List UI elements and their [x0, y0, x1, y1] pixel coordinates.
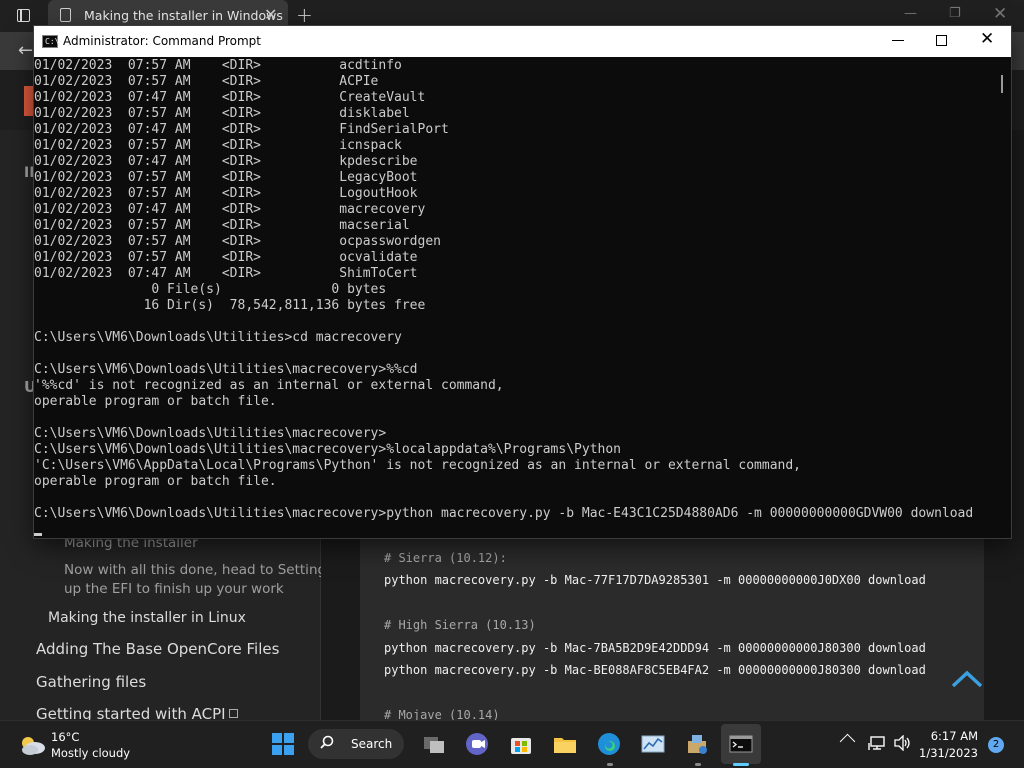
microsoft-store-icon[interactable] — [508, 731, 534, 757]
app-active-indicator — [733, 763, 749, 766]
sidebar-fragment: II — [24, 165, 35, 181]
clock-time[interactable]: 6:17 AM — [930, 729, 978, 743]
sidebar-item-installer-linux[interactable]: Making the installer in Linux — [48, 610, 246, 626]
console-line: 01/02/2023 07:47 AM <DIR> kpdescribe — [34, 154, 418, 169]
sidebar-item-setting-up-efi[interactable]: Now with all this done, head to Setting — [64, 562, 326, 578]
code-block: # Sierra (10.12): python macrecovery.py … — [360, 538, 984, 722]
console-line: '%%cd' is not recognized as an internal … — [34, 378, 504, 393]
console-line: C:\Users\VM6\Downloads\Utilities\macreco… — [34, 442, 621, 457]
code-line: python macrecovery.py -b Mac-77F17D7DA92… — [384, 573, 926, 587]
new-tab-button[interactable]: + — [296, 3, 313, 27]
cmd-window-title: Administrator: Command Prompt — [63, 34, 261, 48]
tab-title: Making the installer in Windows — [84, 8, 283, 23]
console-line: 01/02/2023 07:57 AM <DIR> icnspack — [34, 138, 402, 153]
app-running-indicator — [695, 763, 701, 766]
console-line: C:\Users\VM6\Downloads\Utilities\macreco… — [34, 426, 387, 441]
search-label: Search — [351, 737, 393, 751]
command-prompt-icon[interactable] — [728, 731, 754, 757]
console-line: 01/02/2023 07:47 AM <DIR> FindSerialPort — [34, 122, 449, 137]
browser-minimize-button[interactable]: — — [904, 6, 917, 21]
code-line: python macrecovery.py -b Mac-7BA5B2D9E42… — [384, 641, 926, 655]
console-line: 16 Dir(s) 78,542,811,136 bytes free — [34, 298, 426, 313]
installer-package-icon[interactable] — [684, 731, 710, 757]
external-link-icon — [228, 709, 238, 718]
weather-temperature[interactable]: 16°C — [51, 730, 79, 744]
console-line: C:\Users\VM6\Downloads\Utilities\macreco… — [34, 506, 974, 521]
console-line: 01/02/2023 07:57 AM <DIR> ocvalidate — [34, 250, 418, 265]
sidebar-item-base-opencore-files[interactable]: Adding The Base OpenCore Files — [36, 640, 279, 658]
search-icon — [320, 735, 334, 749]
edge-browser-icon[interactable] — [596, 731, 622, 757]
code-comment: # Sierra (10.12): — [384, 551, 507, 565]
teams-chat-icon[interactable] — [464, 731, 490, 757]
console-line: C:\Users\VM6\Downloads\Utilities>cd macr… — [34, 330, 402, 345]
cmd-scrollbar-thumb[interactable] — [1001, 75, 1003, 93]
page-favicon-icon — [60, 8, 71, 22]
chart-app-icon[interactable] — [640, 731, 666, 757]
console-line: 01/02/2023 07:57 AM <DIR> ocpasswordgen — [34, 234, 441, 249]
notification-badge[interactable]: 2 — [988, 737, 1004, 753]
text-cursor — [34, 533, 42, 536]
cmd-title-bar[interactable]: C:\ Administrator: Command Prompt ✕ — [34, 26, 1011, 57]
console-line: operable program or batch file. — [34, 474, 277, 489]
cmd-close-button[interactable]: ✕ — [980, 29, 994, 49]
console-line: 01/02/2023 07:57 AM <DIR> LogoutHook — [34, 186, 418, 201]
cmd-console-output[interactable]: 01/02/2023 07:57 AM <DIR> acdtinfo 01/02/… — [34, 57, 995, 538]
clock-date[interactable]: 1/31/2023 — [912, 746, 978, 760]
console-line: C:\Users\VM6\Downloads\Utilities\macreco… — [34, 362, 418, 377]
console-line: 01/02/2023 07:57 AM <DIR> ACPIe — [34, 74, 379, 89]
show-hidden-icons-chevron-icon[interactable] — [839, 733, 856, 750]
console-line: 01/02/2023 07:47 AM <DIR> ShimToCert — [34, 266, 418, 281]
weather-cloud-icon[interactable] — [18, 731, 46, 757]
back-arrow-icon[interactable]: ← — [18, 40, 33, 61]
network-icon[interactable] — [868, 735, 886, 751]
cmd-maximize-button[interactable] — [936, 35, 947, 46]
console-line: 01/02/2023 07:47 AM <DIR> CreateVault — [34, 90, 426, 105]
weather-condition[interactable]: Mostly cloudy — [51, 746, 130, 760]
app-running-indicator — [607, 763, 613, 766]
code-comment: # High Sierra (10.13) — [384, 618, 536, 632]
console-line: 01/02/2023 07:57 AM <DIR> macserial — [34, 218, 410, 233]
file-explorer-icon[interactable] — [552, 731, 578, 757]
sidebar-item-setting-up-efi-cont[interactable]: up the EFI to finish up your work — [64, 581, 284, 597]
volume-icon[interactable] — [893, 735, 911, 751]
sidebar-item-gathering-files[interactable]: Gathering files — [36, 673, 146, 691]
console-line: 0 File(s) 0 bytes — [34, 282, 387, 297]
tab-actions-icon[interactable] — [17, 9, 30, 22]
console-line: 01/02/2023 07:57 AM <DIR> LegacyBoot — [34, 170, 418, 185]
code-line: python macrecovery.py -b Mac-BE088AF8C5E… — [384, 663, 926, 677]
taskbar: 16°C Mostly cloudy Search 6:17 AM 1/31/2… — [0, 720, 1024, 768]
cmd-minimize-button[interactable] — [892, 31, 906, 45]
command-prompt-window: C:\ Administrator: Command Prompt ✕ 01/0… — [34, 26, 1011, 538]
task-view-icon[interactable] — [421, 731, 447, 757]
taskbar-search-button[interactable]: Search — [308, 729, 404, 759]
browser-restore-button[interactable]: ❐ — [949, 6, 961, 21]
scroll-to-top-icon[interactable] — [950, 668, 984, 690]
console-line: 01/02/2023 07:57 AM <DIR> acdtinfo — [34, 58, 402, 73]
cmd-scrollbar[interactable] — [995, 57, 1011, 538]
console-line: 01/02/2023 07:47 AM <DIR> macrecovery — [34, 202, 426, 217]
console-line: 'C:\Users\VM6\AppData\Local\Programs\Pyt… — [34, 458, 802, 473]
tab-close-icon[interactable]: ✕ — [264, 5, 277, 24]
console-line: 01/02/2023 07:57 AM <DIR> disklabel — [34, 106, 410, 121]
console-line: operable program or batch file. — [34, 394, 277, 409]
browser-close-button[interactable]: ✕ — [993, 4, 1007, 24]
start-button[interactable] — [272, 733, 294, 755]
cmd-app-icon: C:\ — [42, 35, 59, 48]
